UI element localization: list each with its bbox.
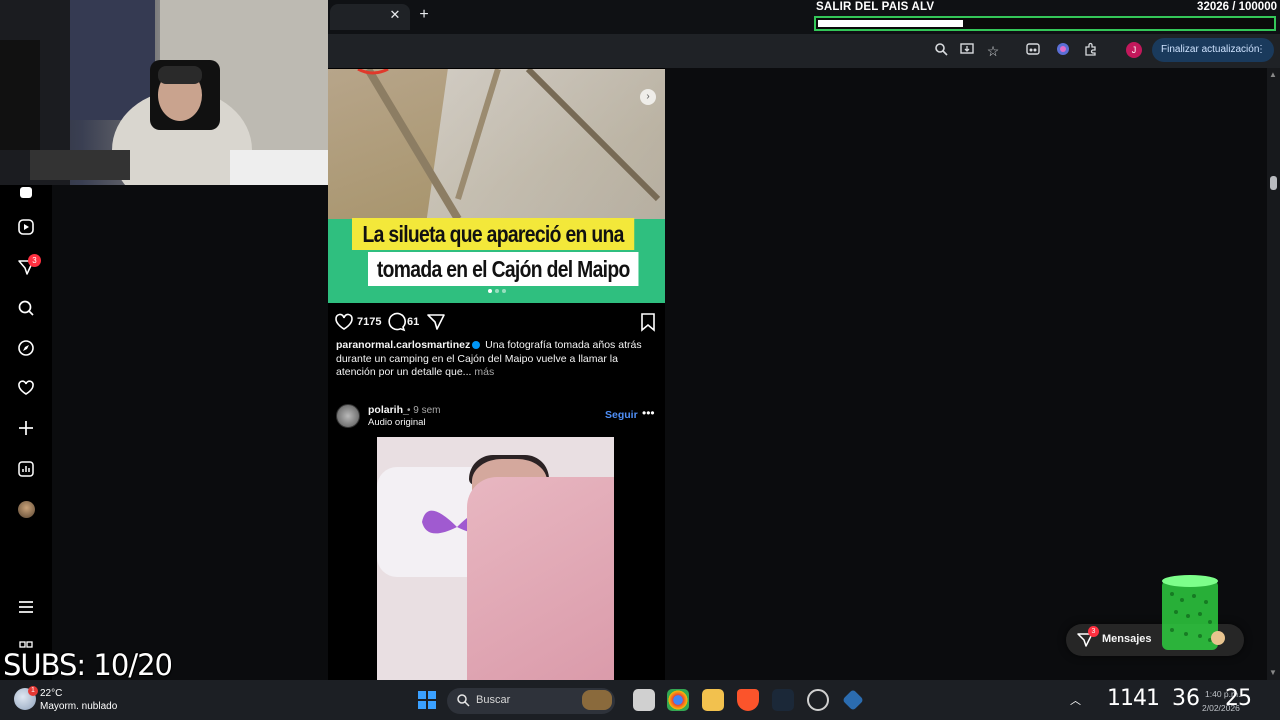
chrome-icon[interactable]	[667, 689, 689, 711]
reels-icon[interactable]	[14, 215, 38, 239]
goal-title: SALIR DEL PAIS ALV	[816, 1, 935, 13]
post-image-lines	[357, 69, 661, 222]
search-icon	[456, 693, 470, 707]
bookmark-star-icon[interactable]: ☆	[984, 42, 1002, 60]
create-plus-icon[interactable]	[14, 416, 38, 440]
zoom-icon[interactable]	[932, 42, 950, 60]
notifications-heart-icon[interactable]	[14, 376, 38, 400]
video-blanket	[467, 477, 614, 680]
weather-temperature: 22°C	[40, 688, 63, 699]
share-icon[interactable]	[426, 312, 446, 332]
comments-count: 61	[407, 316, 420, 328]
tray-chevron-up-icon[interactable]: ︿	[1070, 692, 1081, 708]
image-caption-line-1: La silueta que apareció en una foto	[352, 218, 635, 279]
new-tab-icon[interactable]: +	[416, 6, 432, 24]
save-bookmark-icon[interactable]	[638, 312, 658, 332]
messages-badge: 3	[1088, 626, 1099, 637]
goal-progress-fill	[818, 20, 963, 27]
dashboard-chart-icon[interactable]	[14, 457, 38, 481]
explore-compass-icon[interactable]	[14, 336, 38, 360]
goal-current: 32026	[1197, 1, 1230, 13]
scroll-down-icon[interactable]: ▼	[1269, 668, 1277, 677]
webcam-scene	[0, 0, 328, 185]
extension-2-icon[interactable]	[1054, 42, 1072, 60]
file-explorer-icon[interactable]	[702, 689, 724, 711]
carousel-dot	[495, 289, 499, 293]
windows-start-icon[interactable]	[418, 691, 436, 709]
like-heart-icon[interactable]	[334, 312, 354, 332]
post2-username[interactable]: polarih_	[368, 404, 409, 416]
comment-icon[interactable]	[386, 312, 406, 332]
home-icon[interactable]	[14, 180, 38, 204]
timer-big-mid: 36	[1172, 686, 1200, 711]
subs-counter: SUBS: 10/20	[3, 648, 173, 682]
install-app-icon[interactable]	[958, 42, 976, 60]
weather-description: Mayorm. nublado	[40, 701, 118, 712]
gem-jar-overlay	[1160, 572, 1226, 652]
more-link[interactable]: más	[474, 366, 494, 378]
obs-icon[interactable]	[807, 689, 829, 711]
follow-button[interactable]: Seguir	[605, 409, 638, 421]
scrollbar[interactable]	[1267, 68, 1280, 680]
scrollbar-thumb[interactable]	[1270, 176, 1277, 190]
task-view-icon[interactable]	[633, 689, 655, 711]
carousel-next-icon[interactable]: ›	[640, 89, 656, 105]
goal-count: 32026 / 100000	[1180, 1, 1277, 13]
brave-icon[interactable]	[737, 689, 759, 711]
messages-notification-badge: 3	[28, 254, 41, 267]
carousel-dot	[502, 289, 506, 293]
post-description: paranormal.carlosmartinez Una fotografía…	[336, 339, 656, 380]
carousel-dot	[488, 289, 492, 293]
post-username[interactable]: paranormal.carlosmartinez	[336, 339, 470, 351]
goal-progress-bar	[814, 16, 1276, 31]
taskbar-search-label: Buscar	[476, 694, 511, 706]
messages-label: Mensajes	[1102, 633, 1152, 645]
profile-avatar[interactable]: J	[1126, 42, 1142, 58]
close-tab-icon[interactable]: ✕	[388, 8, 402, 22]
profile-avatar-nav[interactable]	[18, 501, 35, 518]
extensions-puzzle-icon[interactable]	[1082, 42, 1100, 60]
finish-update-button[interactable]: Finalizar actualización ⋮	[1152, 38, 1274, 62]
post2-time: • 9 sem	[407, 405, 441, 416]
search-highlight-image	[582, 690, 612, 710]
webcam-overlay	[0, 0, 328, 185]
post2-avatar[interactable]	[336, 404, 360, 428]
likes-count: 7175	[357, 316, 382, 328]
extension-1-icon[interactable]	[1024, 42, 1042, 60]
goal-max: / 100000	[1232, 1, 1277, 13]
post2-options-icon[interactable]: •••	[642, 406, 655, 420]
menu-kebab-icon: ⋮	[1256, 44, 1266, 55]
weather-badge: 1	[28, 686, 38, 696]
steam-icon[interactable]	[772, 689, 794, 711]
image-caption-line-2: tomada en el Cajón del Maipo	[368, 252, 639, 286]
timer-big-left: 1141	[1107, 686, 1160, 711]
finish-update-label: Finalizar actualización	[1161, 44, 1260, 55]
timer-big-right: 25	[1225, 686, 1252, 711]
menu-hamburger-icon[interactable]	[14, 595, 38, 619]
search-icon[interactable]	[14, 296, 38, 320]
verified-badge-icon	[472, 341, 481, 350]
scroll-up-icon[interactable]: ▲	[1269, 70, 1277, 79]
post2-audio-label[interactable]: Audio original	[368, 417, 426, 428]
post2-video[interactable]	[377, 437, 614, 680]
